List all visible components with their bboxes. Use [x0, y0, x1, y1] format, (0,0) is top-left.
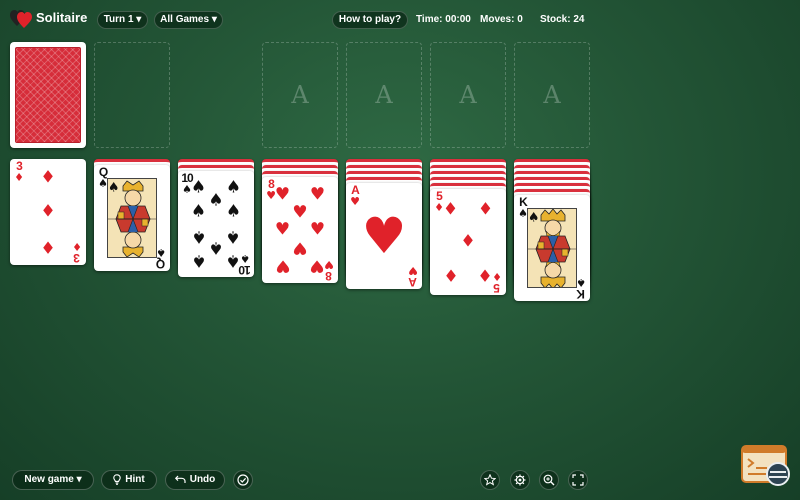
card-corner-bottom: A ♥	[406, 264, 420, 289]
new-game-button[interactable]: New game ▾	[12, 470, 94, 490]
portrait-suit: ♠	[527, 210, 540, 226]
card-pip: ♥	[292, 202, 308, 223]
stock-counter: Stock: 24	[540, 14, 585, 25]
foundation-slot[interactable]: A	[262, 42, 338, 148]
turn-dropdown[interactable]: Turn 1 ▾	[97, 11, 148, 29]
card-pip: ♦	[40, 236, 56, 257]
foundation-label: A	[291, 81, 309, 109]
foundation-slot[interactable]: A	[346, 42, 422, 148]
top-bar: Solitaire Turn 1 ▾ All Games ▾ How to pl…	[0, 0, 800, 38]
card-pip: ♥	[274, 219, 291, 240]
tableau-card[interactable]: 10 ♠ 10 ♠ ♠ ♠ ♠ ♠ ♠ ♠ ♠ ♠ ♠ ♠	[178, 171, 254, 277]
card-pip: ♦	[477, 264, 494, 285]
card-pip: ♠	[208, 237, 224, 258]
tableau-card[interactable]: 3 ♦ 3 ♦ ♦ ♦ ♦	[10, 159, 86, 265]
foundation-slot[interactable]: A	[430, 42, 506, 148]
card-pip: ♦	[40, 201, 56, 222]
app-title: Solitaire	[36, 10, 88, 25]
hint-button[interactable]: Hint	[101, 470, 157, 490]
fullscreen-icon	[572, 474, 584, 486]
undo-button[interactable]: Undo	[165, 470, 225, 490]
waste-pile[interactable]	[94, 42, 170, 148]
autocomplete-button[interactable]	[233, 470, 253, 490]
gear-icon	[514, 474, 526, 486]
foundation-slot[interactable]: A	[514, 42, 590, 148]
card-pip: ♥	[292, 237, 308, 258]
settings-button[interactable]	[510, 470, 530, 490]
portrait-suit: ♠	[107, 180, 120, 196]
foundation-label: A	[375, 81, 393, 109]
card-pip: ♠	[208, 190, 224, 211]
card-pip: ♠	[225, 250, 242, 271]
tableau-card[interactable]: Q ♠ Q ♠ ♠	[94, 165, 170, 271]
card-pip: ♥	[274, 184, 291, 205]
all-games-dropdown[interactable]: All Games ▾	[154, 11, 223, 29]
tableau-card[interactable]: 8 ♥ 8 ♥ ♥ ♥ ♥ ♥ ♥ ♥ ♥ ♥	[262, 177, 338, 283]
terminal-helper-icon[interactable]	[740, 444, 792, 488]
timer-display: Time: 00:00	[416, 14, 471, 25]
tableau-card[interactable]: K ♠ K ♠ ♠	[514, 195, 590, 301]
foundation-label: A	[459, 81, 477, 109]
card-rank: Q	[156, 257, 166, 271]
fullscreen-button[interactable]	[568, 470, 588, 490]
card-suit: ♦	[14, 171, 24, 184]
card-corner-top: A ♥	[348, 184, 362, 207]
card-pip: ♥	[274, 255, 291, 276]
hearts-logo-icon	[10, 10, 32, 28]
card-suit: ♥	[408, 264, 418, 277]
card-rank: A	[409, 275, 417, 289]
card-pip: ♠	[190, 250, 207, 271]
ace-center-suit: ♥	[361, 207, 407, 265]
card-pip: ♥	[309, 255, 326, 276]
card-pip: ♦	[40, 167, 56, 188]
how-to-play-button[interactable]: How to play?	[332, 11, 408, 29]
card-rank: 3	[74, 251, 80, 265]
card-pip: ♠	[190, 177, 207, 198]
card-corner-top: 3 ♦	[12, 160, 26, 183]
card-pip: ♥	[309, 184, 326, 205]
check-circle-icon	[237, 474, 249, 486]
card-pip: ♦	[460, 231, 476, 252]
undo-arrow-icon	[174, 475, 186, 483]
card-pip: ♠	[190, 201, 207, 222]
foundation-label: A	[543, 81, 561, 109]
card-corner-bottom: 3 ♦	[70, 240, 84, 265]
card-pip: ♠	[225, 226, 242, 247]
card-pip: ♠	[190, 226, 207, 247]
star-icon	[484, 474, 496, 486]
card-pip: ♦	[442, 199, 459, 220]
lightbulb-icon	[113, 474, 122, 485]
card-suit: ♦	[72, 240, 82, 253]
card-pip: ♠	[225, 177, 242, 198]
zoom-button[interactable]	[539, 470, 559, 490]
moves-counter: Moves: 0	[480, 14, 523, 25]
tableau-card[interactable]: 5 ♦ 5 ♦ ♦ ♦ ♦ ♦ ♦	[430, 189, 506, 295]
new-game-label: New game ▾	[24, 474, 82, 485]
card-pip: ♦	[442, 264, 459, 285]
card-back-pattern	[15, 47, 81, 143]
zoom-in-icon	[543, 474, 555, 486]
undo-label: Undo	[189, 474, 216, 485]
favorite-button[interactable]	[480, 470, 500, 490]
card-pip: ♦	[477, 199, 494, 220]
tableau-card[interactable]: A ♥ A ♥ ♥	[346, 183, 422, 289]
card-rank: K	[577, 287, 585, 301]
card-pip: ♠	[225, 201, 242, 222]
card-suit: ♥	[350, 195, 360, 208]
card-pip: ♥	[309, 219, 326, 240]
stock-pile[interactable]	[10, 42, 86, 148]
hint-label: Hint	[125, 474, 145, 485]
